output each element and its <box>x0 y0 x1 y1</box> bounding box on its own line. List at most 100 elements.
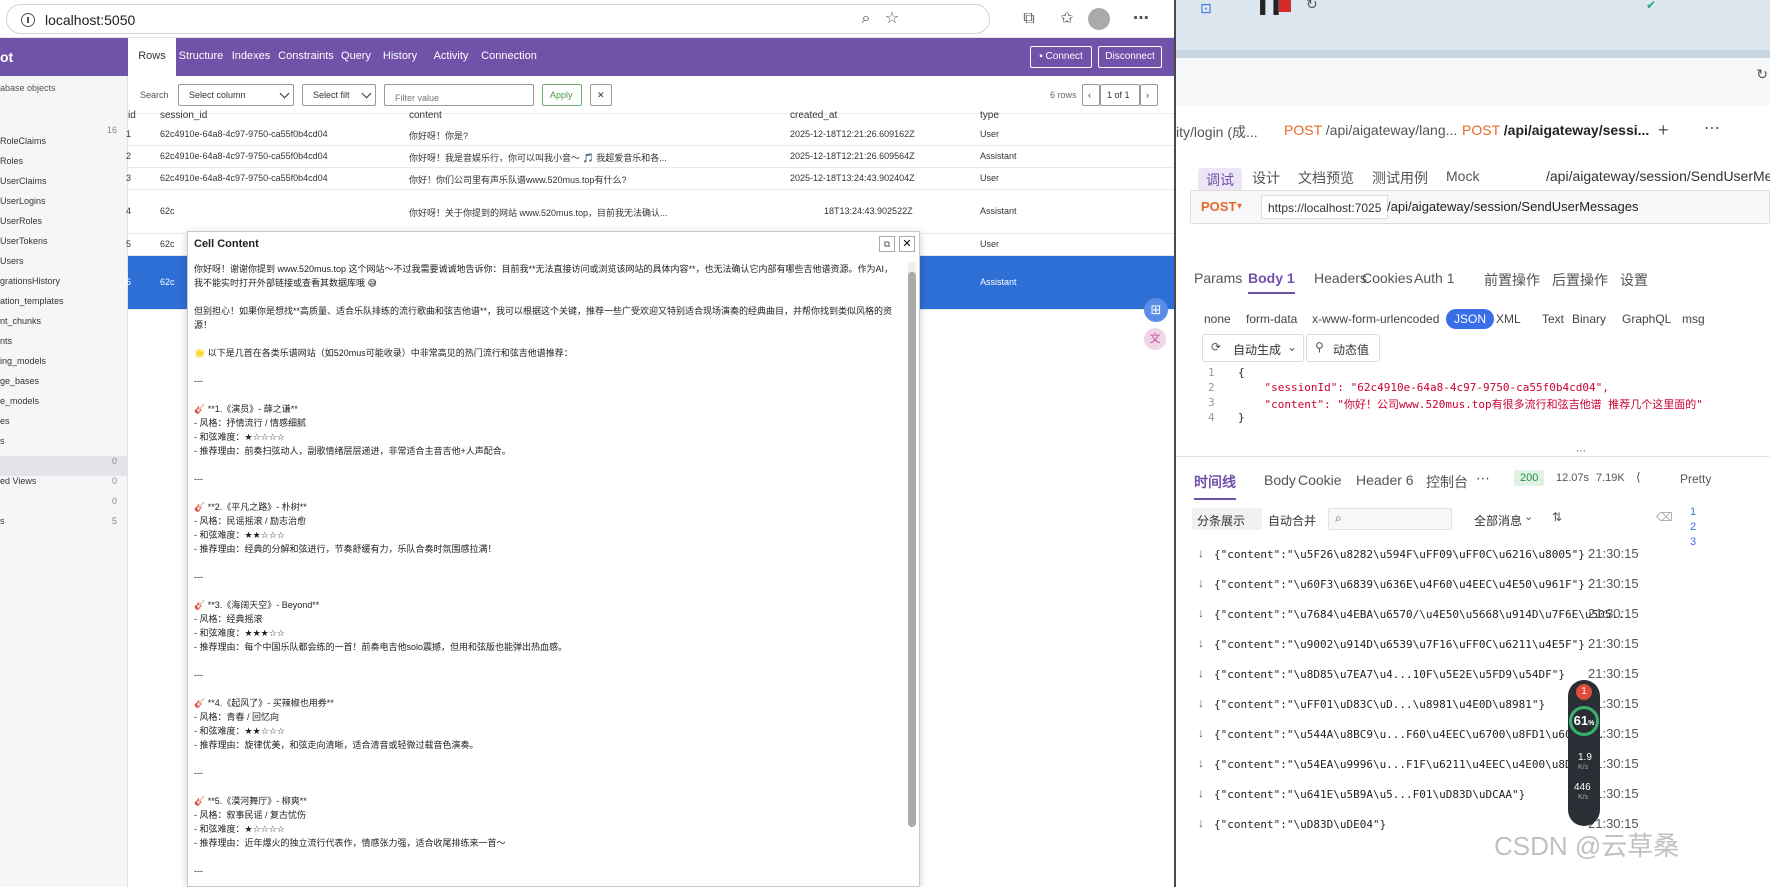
grid-action-icon[interactable]: ⊞ <box>1144 298 1168 322</box>
zoom-icon[interactable]: ⌕ <box>855 8 877 30</box>
filter-operator-select[interactable]: Select filt <box>302 84 376 106</box>
sidebar-item[interactable]: nt_chunks <box>0 316 41 326</box>
method-select[interactable]: POST <box>1201 199 1236 214</box>
param-tab[interactable]: Body 1 <box>1248 270 1295 294</box>
column-header[interactable]: content <box>409 110 442 121</box>
request-tab[interactable]: POST /api/aigateway/sessi... <box>1462 122 1649 138</box>
tab-constraints[interactable]: Constraints <box>276 38 336 76</box>
subtab-3[interactable]: 测试用例 <box>1372 168 1428 188</box>
add-tab-icon[interactable]: + <box>1658 120 1669 141</box>
subtab-2[interactable]: 文档预览 <box>1298 168 1354 188</box>
sidebar-item[interactable]: ation_templates <box>0 296 64 306</box>
body-type[interactable]: msg <box>1682 312 1705 326</box>
copy-icon[interactable]: ⧉ <box>879 236 895 252</box>
expand-arrow-icon[interactable]: ↓ <box>1198 666 1204 680</box>
response-tab[interactable]: Header 6 <box>1356 472 1414 488</box>
body-type[interactable]: x-www-form-urlencoded <box>1312 312 1439 326</box>
sort-icon[interactable]: ⇅ <box>1552 510 1562 524</box>
column-header[interactable]: type <box>980 110 999 121</box>
response-tab[interactable]: Cookie <box>1298 472 1342 488</box>
next-page-button[interactable]: › <box>1140 84 1158 106</box>
filter-value-input[interactable] <box>384 84 534 106</box>
disconnect-button[interactable]: Disconnect <box>1098 46 1162 68</box>
sidebar-item[interactable]: grationsHistory <box>0 276 60 286</box>
json-editor[interactable]: 1 {2 "sessionId": "62c4910e-64a8-4c97-975… <box>1190 366 1770 444</box>
sidebar-item[interactable]: Roles <box>0 156 23 166</box>
sidebar-item[interactable]: UserClaims <box>0 176 47 186</box>
param-tab[interactable]: Cookies <box>1362 270 1413 286</box>
sidebar-item[interactable]: UserTokens <box>0 236 48 246</box>
expand-arrow-icon[interactable]: ↓ <box>1198 756 1204 770</box>
sync-icon[interactable]: ↻ <box>1756 66 1768 83</box>
sidebar-item[interactable]: Users <box>0 256 24 266</box>
auto-merge-button[interactable]: 自动合并 <box>1262 508 1322 530</box>
split-view-button[interactable]: 分条展示 <box>1192 508 1262 530</box>
param-tab[interactable]: Headers <box>1314 270 1367 286</box>
clear-icon[interactable]: ⌫ <box>1656 510 1673 524</box>
stop-icon[interactable] <box>1279 0 1291 12</box>
table-row[interactable]: 1 62c4910e-64a8-4c97-9750-ca55f0b4cd04 你好呀… <box>126 124 1174 146</box>
param-tab[interactable]: 设置 <box>1620 270 1648 290</box>
base-url[interactable]: https://localhost:7025 <box>1261 195 1389 219</box>
sidebar-item[interactable]: ed Views <box>0 476 36 486</box>
request-tab[interactable]: POST /api/aigateway/lang... <box>1284 122 1457 138</box>
table-row[interactable]: 2 62c4910e-64a8-4c97-9750-ca55f0b4cd04 你好呀… <box>126 146 1174 168</box>
favorites-icon[interactable]: ✩ <box>1056 8 1078 30</box>
resp-more-icon[interactable]: ⋯ <box>1476 470 1490 487</box>
translate-icon[interactable]: 文 <box>1144 328 1166 350</box>
body-type[interactable]: Binary <box>1572 312 1606 326</box>
favorite-star-icon[interactable]: ☆ <box>881 8 903 30</box>
clear-filter-button[interactable]: ✕ <box>590 84 612 106</box>
auto-generate-button[interactable]: ⟳ 自动生成 ⌄ <box>1202 334 1304 362</box>
dynamic-value-button[interactable]: ⚲ 动态值 <box>1306 334 1380 362</box>
tab-connection[interactable]: Connection <box>478 38 540 76</box>
tab-query[interactable]: Query <box>336 38 376 76</box>
body-type[interactable]: Text <box>1542 312 1564 326</box>
column-header[interactable]: id <box>128 110 136 121</box>
sidebar-item[interactable]: ing_models <box>0 356 46 366</box>
body-type[interactable]: JSON <box>1446 309 1495 329</box>
profile-avatar-icon[interactable] <box>1088 8 1110 30</box>
body-type[interactable]: GraphQL <box>1622 312 1671 326</box>
sidebar-item[interactable]: es <box>0 416 10 426</box>
tab-activity[interactable]: Activity <box>424 38 478 76</box>
popup-scrollbar[interactable] <box>908 262 916 827</box>
message-filter-select[interactable]: 全部消息 <box>1474 512 1522 529</box>
sidebar-item[interactable]: ge_bases <box>0 376 39 386</box>
subtab-0[interactable]: 调试 <box>1198 168 1242 192</box>
close-icon[interactable]: ✕ <box>899 236 915 252</box>
param-tab[interactable]: Auth 1 <box>1414 270 1454 286</box>
tab-structure[interactable]: Structure <box>176 38 226 76</box>
param-tab[interactable]: 后置操作 <box>1552 270 1608 290</box>
param-tab[interactable]: Params <box>1194 270 1242 286</box>
prev-page-button[interactable]: ‹ <box>1082 84 1100 106</box>
expand-arrow-icon[interactable]: ↓ <box>1198 816 1204 830</box>
table-row[interactable]: 4 62c 你好呀！关于你提到的网站 www.520mus.top，目前我无法确认.… <box>126 190 1174 234</box>
tab-more-icon[interactable]: ⋯ <box>1704 118 1720 138</box>
connect-button[interactable]: ▪ Connect <box>1030 46 1092 68</box>
expand-arrow-icon[interactable]: ↓ <box>1198 696 1204 710</box>
sidebar-item[interactable]: nts <box>0 336 12 346</box>
column-select[interactable]: Select column <box>178 84 294 106</box>
event-search-input[interactable]: ⌕ <box>1328 508 1452 530</box>
apply-button[interactable]: Apply <box>542 84 582 106</box>
request-path-input[interactable]: /api/aigateway/session/SendUserMessages <box>1387 199 1638 214</box>
sidebar-item[interactable]: s <box>0 436 5 446</box>
scrollbar-thumb[interactable] <box>908 272 916 827</box>
pretty-toggle[interactable]: Pretty <box>1680 472 1711 486</box>
expand-arrow-icon[interactable]: ↓ <box>1198 606 1204 620</box>
body-type[interactable]: form-data <box>1246 312 1297 326</box>
response-tab[interactable]: 控制台 <box>1426 472 1468 492</box>
tab-indexes[interactable]: Indexes <box>226 38 276 76</box>
body-type[interactable]: none <box>1204 312 1231 326</box>
tab-history[interactable]: History <box>376 38 424 76</box>
column-header[interactable]: session_id <box>160 110 207 121</box>
extensions-icon[interactable]: ⧉ <box>1018 8 1040 30</box>
sidebar-item[interactable]: UserLogins <box>0 196 46 206</box>
more-menu-icon[interactable]: ⋯ <box>1130 8 1152 30</box>
toolbar-tool-icon[interactable]: ⊡ <box>1200 0 1212 17</box>
sidebar-item[interactable]: s <box>0 516 5 526</box>
share-icon[interactable]: ⟨ <box>1636 470 1641 484</box>
body-type[interactable]: XML <box>1496 312 1521 326</box>
subtab-4[interactable]: Mock <box>1446 168 1479 184</box>
